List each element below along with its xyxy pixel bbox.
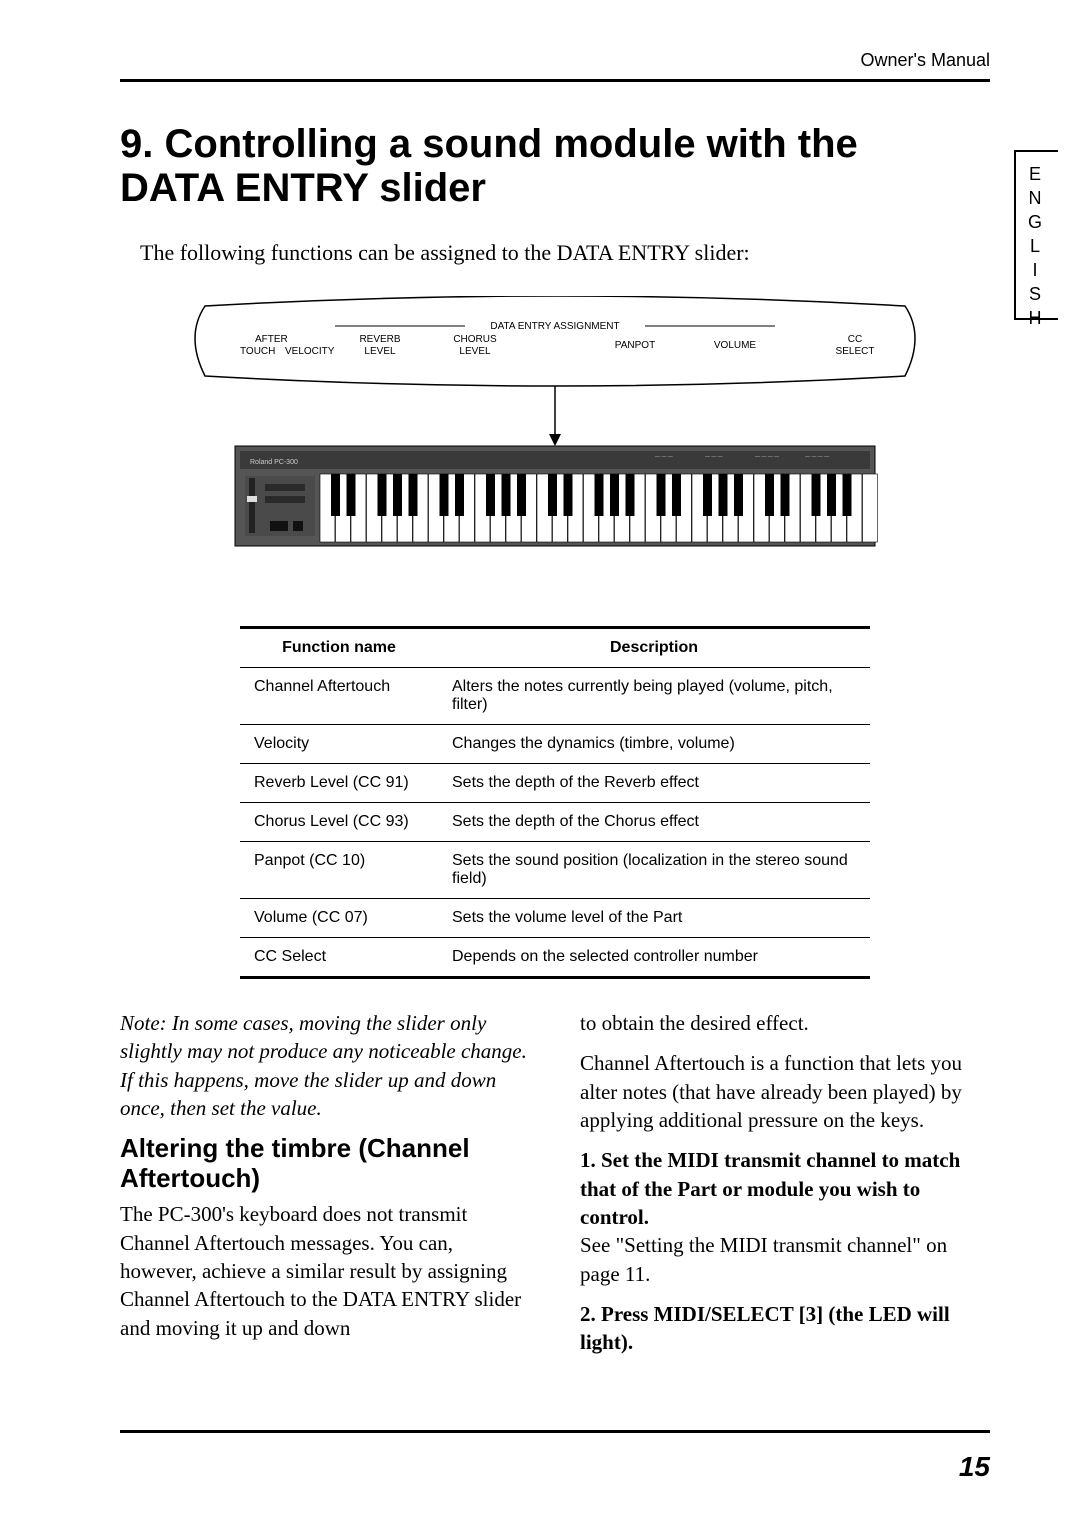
svg-text:Roland PC-300: Roland PC-300 [250,459,298,466]
keyboard-keys [320,474,877,542]
svg-text:LEVEL: LEVEL [364,346,396,357]
left-column: Note: In some cases, moving the slider o… [120,1009,530,1369]
note-paragraph: Note: In some cases, moving the slider o… [120,1009,530,1122]
continuation-line: to obtain the desired effect. [580,1009,990,1037]
step-1-body: See "Setting the MIDI transmit channel" … [580,1233,947,1285]
table-row: Panpot (CC 10)Sets the sound position (l… [240,842,870,899]
table-cell-name: Panpot (CC 10) [240,842,438,899]
section-title-text: Controlling a sound module with the DATA… [120,122,858,210]
diagram-group-label: DATA ENTRY ASSIGNMENT [490,321,619,332]
function-table: Function name Description Channel Aftert… [240,626,870,979]
right-body-paragraph: Channel Aftertouch is a function that le… [580,1049,990,1134]
manual-page: Owner's Manual ENGLISH 9. Controlling a … [0,0,1080,1533]
table-cell-desc: Sets the depth of the Reverb effect [438,764,870,803]
table-row: Reverb Level (CC 91)Sets the depth of th… [240,764,870,803]
table-row: Volume (CC 07)Sets the volume level of t… [240,899,870,938]
table-cell-name: Volume (CC 07) [240,899,438,938]
svg-text:LEVEL: LEVEL [459,346,491,357]
svg-text:— — — —: — — — — [755,454,779,460]
table-cell-desc: Depends on the selected controller numbe… [438,938,870,978]
table-cell-desc: Sets the volume level of the Part [438,899,870,938]
running-head: Owner's Manual [120,50,990,71]
right-column: to obtain the desired effect. Channel Af… [580,1009,990,1369]
left-body-paragraph: The PC-300's keyboard does not transmit … [120,1200,530,1342]
table-row: Chorus Level (CC 93)Sets the depth of th… [240,803,870,842]
table-row: CC SelectDepends on the selected control… [240,938,870,978]
section-heading: 9. Controlling a sound module with the D… [120,122,880,210]
subsection-heading: Altering the timbre (Channel Aftertouch) [120,1134,530,1194]
table-cell-desc: Sets the sound position (localization in… [438,842,870,899]
bottom-rule [120,1430,990,1433]
svg-text:CHORUS: CHORUS [453,334,497,345]
top-rule [120,79,990,82]
step-1: 1. Set the MIDI transmit channel to matc… [580,1146,990,1288]
svg-text:SELECT: SELECT [836,346,875,357]
table-cell-name: Velocity [240,725,438,764]
language-tab-label: ENGLISH [1016,152,1045,332]
table-cell-name: Chorus Level (CC 93) [240,803,438,842]
svg-text:VELOCITY: VELOCITY [285,346,335,357]
section-number: 9. [120,122,153,166]
svg-text:TOUCH: TOUCH [240,346,275,357]
step-1-bold: 1. Set the MIDI transmit channel to matc… [580,1148,960,1229]
table-row: Channel AftertouchAlters the notes curre… [240,668,870,725]
svg-text:— — — —: — — — — [805,454,829,460]
svg-text:PANPOT: PANPOT [615,340,655,351]
svg-text:VOLUME: VOLUME [714,340,757,351]
svg-text:AFTER: AFTER [255,334,288,345]
table-header-desc: Description [438,628,870,668]
intro-paragraph: The following functions can be assigned … [140,240,990,266]
step-2: 2. Press MIDI/SELECT [3] (the LED will l… [580,1300,990,1357]
svg-text:— — —: — — — [655,454,673,460]
table-cell-name: Reverb Level (CC 91) [240,764,438,803]
svg-text:REVERB: REVERB [359,334,400,345]
table-cell-desc: Changes the dynamics (timbre, volume) [438,725,870,764]
page-number: 15 [959,1451,990,1483]
assignment-diagram: DATA ENTRY ASSIGNMENT AFTER TOUCH VELOCI… [185,296,925,596]
table-cell-name: CC Select [240,938,438,978]
step-2-bold: 2. Press MIDI/SELECT [3] (the LED will l… [580,1302,950,1354]
language-tab: ENGLISH [1014,150,1058,320]
table-row: VelocityChanges the dynamics (timbre, vo… [240,725,870,764]
table-cell-desc: Sets the depth of the Chorus effect [438,803,870,842]
svg-text:CC: CC [848,334,862,345]
table-cell-desc: Alters the notes currently being played … [438,668,870,725]
body-columns: Note: In some cases, moving the slider o… [120,1009,990,1369]
table-cell-name: Channel Aftertouch [240,668,438,725]
table-header-name: Function name [240,628,438,668]
diagram-svg: DATA ENTRY ASSIGNMENT AFTER TOUCH VELOCI… [185,296,925,596]
svg-text:— — —: — — — [705,454,723,460]
